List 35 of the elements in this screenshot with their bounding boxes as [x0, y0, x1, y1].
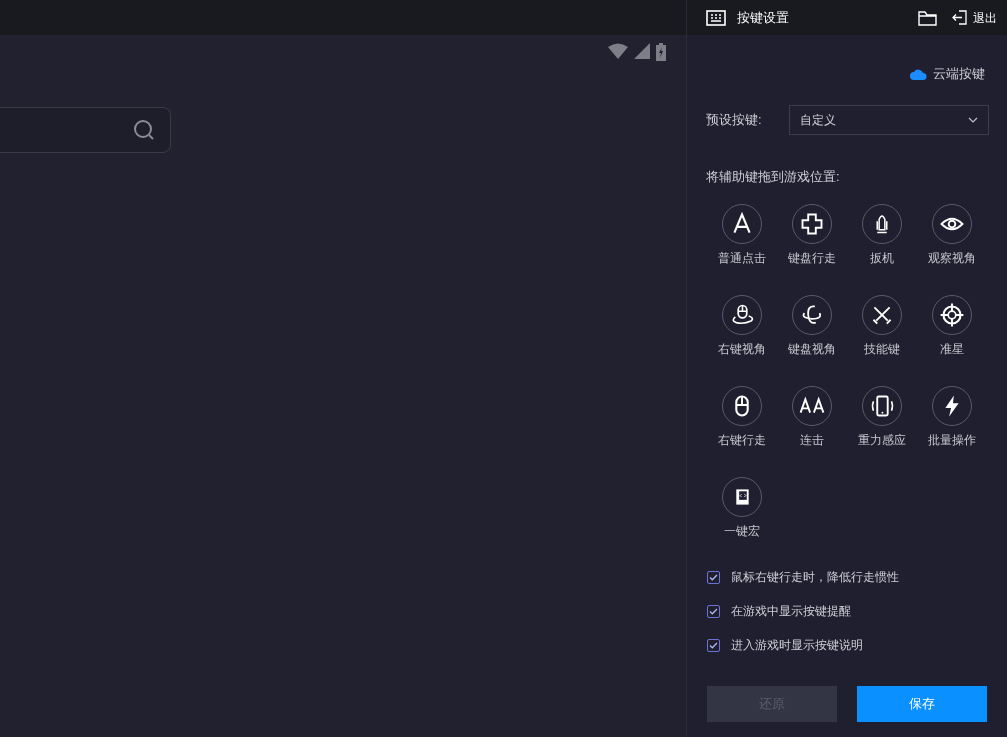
cloud-icon: [910, 67, 927, 80]
tool-button[interactable]: 一键宏: [707, 477, 777, 540]
tool-button[interactable]: 右键行走: [707, 386, 777, 449]
preset-dropdown[interactable]: 自定义: [789, 104, 989, 135]
tool-button[interactable]: 扳机: [847, 204, 917, 267]
search-icon: [132, 118, 156, 142]
folder-icon[interactable]: [918, 9, 937, 26]
checkbox[interactable]: [707, 638, 720, 652]
keyboard-icon: [706, 9, 726, 26]
panel-title: 按键设置: [737, 8, 789, 27]
tool-button[interactable]: 准星: [917, 295, 987, 358]
exit-button[interactable]: 退出: [952, 8, 997, 27]
tool-button[interactable]: 批量操作: [917, 386, 987, 449]
signal-icon: [633, 42, 651, 60]
checkbox[interactable]: [707, 570, 720, 584]
cloud-keys-button[interactable]: 云端按键: [910, 64, 985, 84]
option-label: 进入游戏时显示按键说明: [731, 637, 863, 654]
tool-button[interactable]: 普通点击: [707, 204, 777, 267]
tool-button[interactable]: 右键视角: [707, 295, 777, 358]
checkbox[interactable]: [707, 604, 720, 618]
tool-button[interactable]: 键盘视角: [777, 295, 847, 358]
battery-icon: [655, 42, 667, 62]
exit-icon: [952, 10, 967, 25]
wifi-icon: [607, 42, 629, 60]
search-field[interactable]: [0, 107, 171, 153]
tool-button[interactable]: 技能键: [847, 295, 917, 358]
tool-button[interactable]: 观察视角: [917, 204, 987, 267]
tool-button[interactable]: 连击: [777, 386, 847, 449]
tool-button[interactable]: 重力感应: [847, 386, 917, 449]
option-label: 鼠标右键行走时，降低行走惯性: [731, 569, 899, 586]
tool-button[interactable]: 键盘行走: [777, 204, 847, 267]
chevron-down-icon: [968, 116, 978, 123]
drag-hint: 将辅助键拖到游戏位置:: [705, 167, 841, 186]
option-label: 在游戏中显示按键提醒: [731, 603, 851, 620]
preset-label: 预设按键:: [706, 110, 763, 129]
